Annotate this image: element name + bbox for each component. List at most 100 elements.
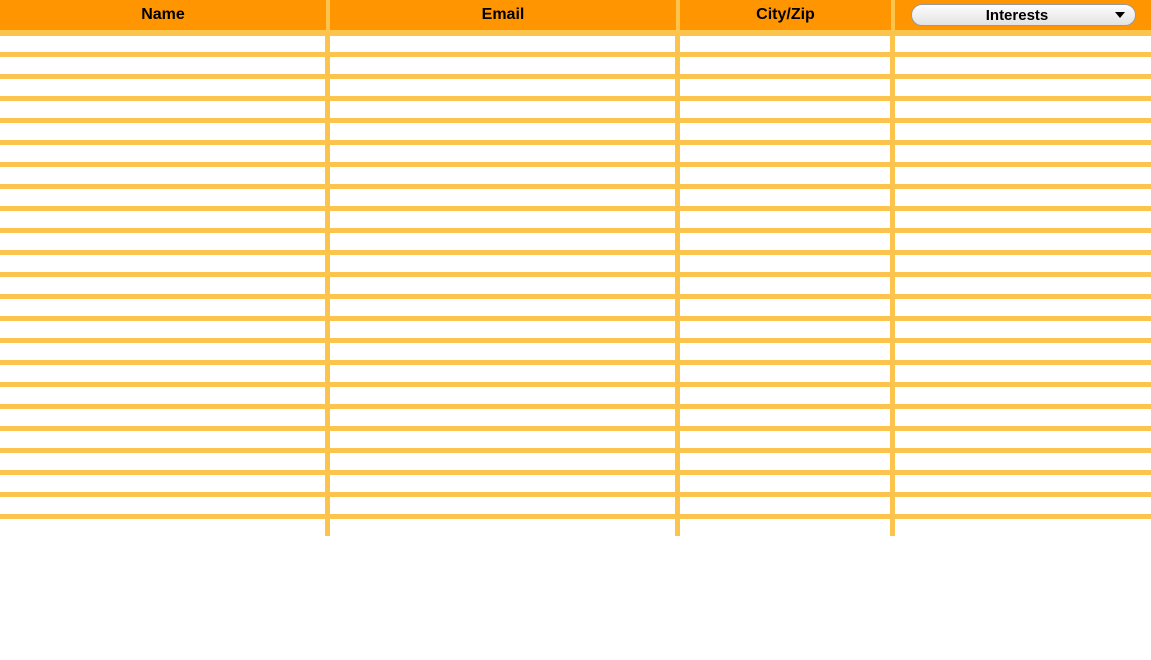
cell-interests[interactable] bbox=[895, 184, 1151, 206]
cell-interests[interactable] bbox=[895, 52, 1151, 74]
cell-interests[interactable] bbox=[895, 316, 1151, 338]
cell-email[interactable] bbox=[330, 382, 680, 404]
cell-name[interactable] bbox=[0, 360, 330, 382]
cell-name[interactable] bbox=[0, 30, 330, 52]
table-row[interactable] bbox=[0, 118, 1151, 140]
cell-cityzip[interactable] bbox=[680, 140, 895, 162]
table-row[interactable] bbox=[0, 404, 1151, 426]
cell-cityzip[interactable] bbox=[680, 206, 895, 228]
cell-email[interactable] bbox=[330, 30, 680, 52]
cell-cityzip[interactable] bbox=[680, 30, 895, 52]
table-row[interactable] bbox=[0, 74, 1151, 96]
cell-cityzip[interactable] bbox=[680, 74, 895, 96]
cell-interests[interactable] bbox=[895, 448, 1151, 470]
table-row[interactable] bbox=[0, 470, 1151, 492]
cell-interests[interactable] bbox=[895, 228, 1151, 250]
cell-cityzip[interactable] bbox=[680, 294, 895, 316]
cell-name[interactable] bbox=[0, 228, 330, 250]
cell-name[interactable] bbox=[0, 74, 330, 96]
table-row[interactable] bbox=[0, 360, 1151, 382]
cell-email[interactable] bbox=[330, 162, 680, 184]
cell-cityzip[interactable] bbox=[680, 426, 895, 448]
cell-interests[interactable] bbox=[895, 250, 1151, 272]
cell-interests[interactable] bbox=[895, 470, 1151, 492]
cell-name[interactable] bbox=[0, 316, 330, 338]
cell-interests[interactable] bbox=[895, 404, 1151, 426]
cell-email[interactable] bbox=[330, 426, 680, 448]
cell-name[interactable] bbox=[0, 52, 330, 74]
cell-cityzip[interactable] bbox=[680, 470, 895, 492]
column-header-email[interactable]: Email bbox=[330, 0, 680, 30]
cell-email[interactable] bbox=[330, 140, 680, 162]
table-row[interactable] bbox=[0, 492, 1151, 514]
table-row[interactable] bbox=[0, 228, 1151, 250]
table-row[interactable] bbox=[0, 140, 1151, 162]
cell-name[interactable] bbox=[0, 140, 330, 162]
cell-name[interactable] bbox=[0, 250, 330, 272]
cell-cityzip[interactable] bbox=[680, 316, 895, 338]
table-row[interactable] bbox=[0, 294, 1151, 316]
cell-interests[interactable] bbox=[895, 382, 1151, 404]
cell-name[interactable] bbox=[0, 118, 330, 140]
cell-name[interactable] bbox=[0, 382, 330, 404]
table-row[interactable] bbox=[0, 514, 1151, 536]
cell-name[interactable] bbox=[0, 426, 330, 448]
table-row[interactable] bbox=[0, 52, 1151, 74]
cell-email[interactable] bbox=[330, 404, 680, 426]
cell-interests[interactable] bbox=[895, 118, 1151, 140]
table-row[interactable] bbox=[0, 338, 1151, 360]
cell-interests[interactable] bbox=[895, 360, 1151, 382]
cell-email[interactable] bbox=[330, 184, 680, 206]
cell-cityzip[interactable] bbox=[680, 338, 895, 360]
column-header-cityzip[interactable]: City/Zip bbox=[680, 0, 895, 30]
cell-name[interactable] bbox=[0, 206, 330, 228]
cell-name[interactable] bbox=[0, 294, 330, 316]
table-row[interactable] bbox=[0, 250, 1151, 272]
cell-email[interactable] bbox=[330, 492, 680, 514]
cell-name[interactable] bbox=[0, 184, 330, 206]
cell-interests[interactable] bbox=[895, 74, 1151, 96]
cell-interests[interactable] bbox=[895, 338, 1151, 360]
cell-interests[interactable] bbox=[895, 294, 1151, 316]
cell-cityzip[interactable] bbox=[680, 404, 895, 426]
cell-email[interactable] bbox=[330, 448, 680, 470]
table-row[interactable] bbox=[0, 426, 1151, 448]
cell-name[interactable] bbox=[0, 96, 330, 118]
cell-email[interactable] bbox=[330, 514, 680, 536]
cell-cityzip[interactable] bbox=[680, 250, 895, 272]
cell-interests[interactable] bbox=[895, 514, 1151, 536]
column-header-name[interactable]: Name bbox=[0, 0, 330, 30]
cell-cityzip[interactable] bbox=[680, 96, 895, 118]
table-row[interactable] bbox=[0, 448, 1151, 470]
table-row[interactable] bbox=[0, 272, 1151, 294]
cell-cityzip[interactable] bbox=[680, 382, 895, 404]
cell-interests[interactable] bbox=[895, 30, 1151, 52]
cell-cityzip[interactable] bbox=[680, 272, 895, 294]
cell-interests[interactable] bbox=[895, 426, 1151, 448]
table-row[interactable] bbox=[0, 30, 1151, 52]
cell-cityzip[interactable] bbox=[680, 162, 895, 184]
cell-interests[interactable] bbox=[895, 492, 1151, 514]
interests-dropdown[interactable]: Interests bbox=[911, 4, 1136, 26]
cell-email[interactable] bbox=[330, 96, 680, 118]
cell-email[interactable] bbox=[330, 206, 680, 228]
cell-interests[interactable] bbox=[895, 272, 1151, 294]
cell-interests[interactable] bbox=[895, 140, 1151, 162]
table-row[interactable] bbox=[0, 162, 1151, 184]
cell-email[interactable] bbox=[330, 272, 680, 294]
cell-email[interactable] bbox=[330, 360, 680, 382]
cell-cityzip[interactable] bbox=[680, 184, 895, 206]
cell-cityzip[interactable] bbox=[680, 52, 895, 74]
cell-email[interactable] bbox=[330, 338, 680, 360]
cell-name[interactable] bbox=[0, 514, 330, 536]
cell-email[interactable] bbox=[330, 470, 680, 492]
table-row[interactable] bbox=[0, 184, 1151, 206]
cell-cityzip[interactable] bbox=[680, 514, 895, 536]
cell-email[interactable] bbox=[330, 294, 680, 316]
cell-cityzip[interactable] bbox=[680, 360, 895, 382]
cell-name[interactable] bbox=[0, 162, 330, 184]
cell-email[interactable] bbox=[330, 52, 680, 74]
cell-name[interactable] bbox=[0, 448, 330, 470]
cell-interests[interactable] bbox=[895, 162, 1151, 184]
table-row[interactable] bbox=[0, 96, 1151, 118]
